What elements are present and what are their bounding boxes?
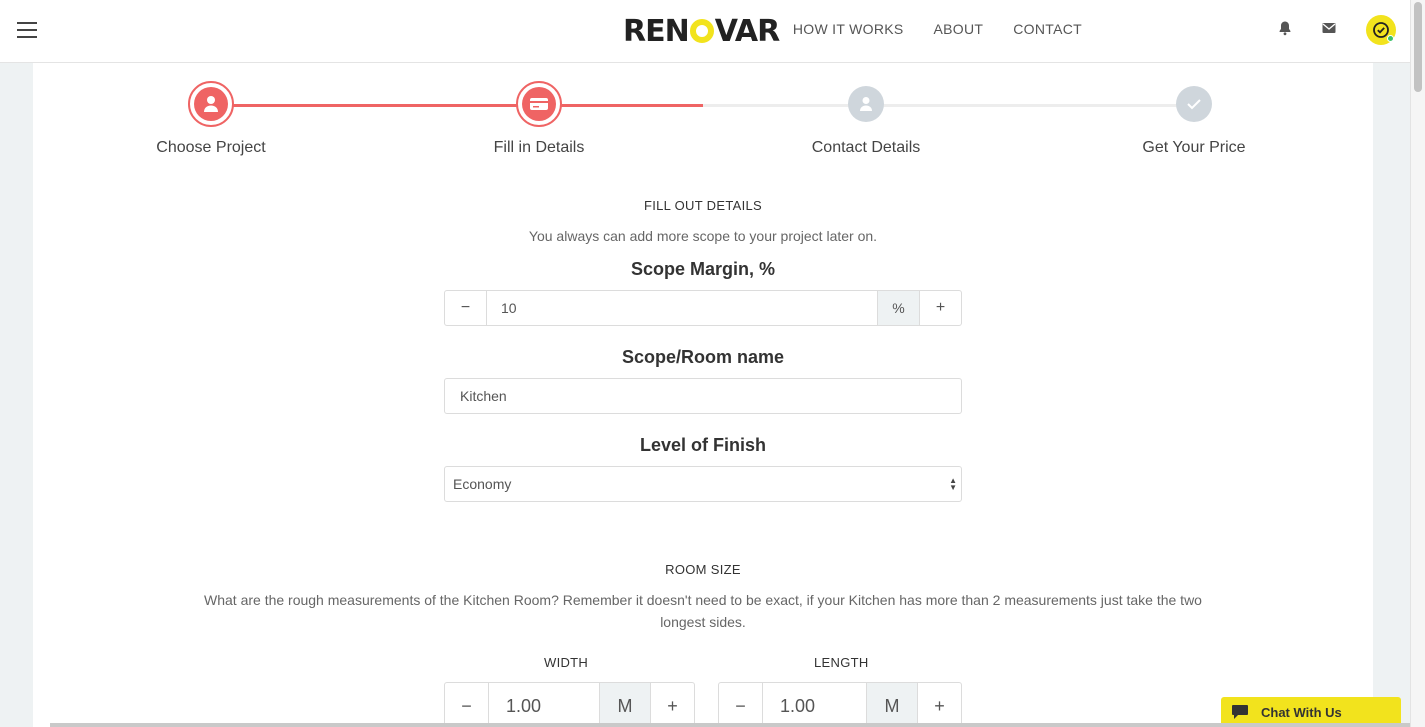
menu-icon[interactable] bbox=[17, 22, 37, 38]
bell-icon[interactable] bbox=[1277, 20, 1293, 36]
scope-margin-label: Scope Margin, % bbox=[630, 259, 776, 279]
scope-margin-increment-button[interactable]: + bbox=[919, 291, 961, 325]
width-stepper: − 1.00 M + bbox=[444, 682, 695, 727]
horizontal-scrollbar[interactable] bbox=[50, 723, 1410, 727]
room-name-label: Scope/Room name bbox=[621, 347, 785, 367]
nav-contact[interactable]: CONTACT bbox=[1013, 21, 1082, 37]
length-increment-button[interactable]: + bbox=[917, 683, 961, 727]
scope-margin-unit: % bbox=[877, 291, 919, 325]
scope-margin-decrement-button[interactable]: − bbox=[445, 291, 487, 325]
step-label: Get Your Price bbox=[1142, 139, 1246, 156]
user-avatar[interactable] bbox=[1366, 15, 1396, 45]
finish-level-select[interactable]: Economy ▲ ▼ bbox=[444, 466, 962, 502]
scope-margin-input[interactable]: 10 bbox=[487, 291, 877, 325]
step-circle bbox=[516, 81, 562, 127]
step-contact-details[interactable]: Contact Details bbox=[776, 81, 956, 157]
brand-left: REN bbox=[623, 14, 690, 49]
nav-about[interactable]: ABOUT bbox=[934, 21, 984, 37]
renovar-logo[interactable]: REN VAR bbox=[623, 14, 780, 49]
width-label: WIDTH bbox=[544, 655, 589, 670]
online-status-dot bbox=[1387, 35, 1394, 42]
finish-level-selected: Economy bbox=[453, 476, 512, 492]
select-arrows-icon: ▲ ▼ bbox=[949, 476, 957, 492]
step-circle bbox=[188, 81, 234, 127]
finish-level-label: Level of Finish bbox=[639, 435, 767, 455]
step-get-your-price[interactable]: Get Your Price bbox=[1104, 81, 1284, 157]
page-scrollbar[interactable] bbox=[1410, 0, 1425, 727]
room-size-description: What are the rough measurements of the K… bbox=[204, 592, 1202, 630]
length-decrement-button[interactable]: − bbox=[719, 683, 763, 727]
step-label: Fill in Details bbox=[493, 139, 585, 156]
chat-bubble-icon bbox=[1232, 705, 1248, 719]
step-label: Choose Project bbox=[156, 139, 266, 156]
check-icon bbox=[1187, 99, 1201, 110]
step-circle bbox=[1176, 86, 1212, 122]
width-decrement-button[interactable]: − bbox=[445, 683, 489, 727]
length-label: LENGTH bbox=[814, 655, 869, 670]
fill-out-details-subtitle: You always can add more scope to your pr… bbox=[528, 228, 878, 244]
fill-out-details-heading: FILL OUT DETAILS bbox=[644, 198, 762, 213]
step-label: Contact Details bbox=[811, 139, 921, 156]
logo-o-ring bbox=[689, 19, 714, 43]
person-icon bbox=[860, 97, 872, 111]
mail-icon[interactable] bbox=[1321, 20, 1337, 36]
width-input[interactable]: 1.00 bbox=[489, 683, 599, 727]
estimate-form-card: Choose Project Fill in Details Contact D… bbox=[33, 63, 1373, 727]
top-navbar: REN VAR HOW IT WORKS ABOUT CONTACT bbox=[0, 0, 1410, 63]
room-name-input[interactable]: Kitchen bbox=[444, 378, 962, 414]
chat-widget-label: Chat With Us bbox=[1261, 704, 1342, 720]
room-size-heading: ROOM SIZE bbox=[665, 562, 741, 577]
progress-stepper: Choose Project Fill in Details Contact D… bbox=[33, 81, 1373, 161]
main-nav: HOW IT WORKS ABOUT CONTACT bbox=[793, 21, 1082, 37]
width-unit: M bbox=[599, 683, 650, 727]
scrollbar-thumb[interactable] bbox=[1414, 2, 1422, 92]
brand-right: VAR bbox=[714, 14, 780, 49]
step-choose-project[interactable]: Choose Project bbox=[121, 81, 301, 157]
card-icon bbox=[530, 98, 548, 110]
length-unit: M bbox=[866, 683, 917, 727]
width-increment-button[interactable]: + bbox=[650, 683, 694, 727]
length-input[interactable]: 1.00 bbox=[763, 683, 866, 727]
step-fill-in-details[interactable]: Fill in Details bbox=[449, 81, 629, 157]
scope-margin-stepper: − 10 % + bbox=[444, 290, 962, 326]
nav-how-it-works[interactable]: HOW IT WORKS bbox=[793, 21, 904, 37]
person-icon bbox=[204, 96, 218, 112]
step-circle bbox=[848, 86, 884, 122]
length-stepper: − 1.00 M + bbox=[718, 682, 962, 727]
